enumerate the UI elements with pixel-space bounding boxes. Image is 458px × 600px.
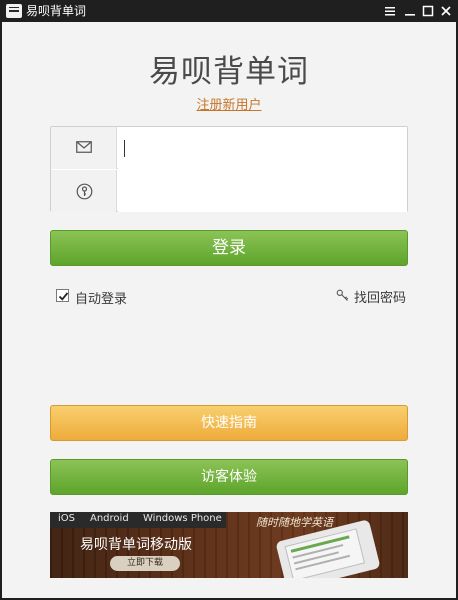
auto-login-label: 自动登录 [75, 292, 128, 307]
checkbox-box[interactable] [56, 289, 69, 302]
text-caret [124, 140, 125, 157]
guest-button[interactable]: 访客体验 [50, 459, 408, 495]
key-circle-icon [76, 183, 93, 200]
banner-title: 易呗背单词移动版 [80, 537, 192, 553]
password-row [51, 170, 407, 212]
platform-windows-phone: Windows Phone [143, 513, 222, 524]
minimize-icon[interactable] [402, 3, 418, 19]
mobile-app-banner[interactable]: iOS Android Windows Phone 随时随地学英语 易呗背单词移… [50, 512, 408, 578]
password-input[interactable] [118, 170, 407, 212]
login-button[interactable]: 登录 [50, 230, 408, 266]
platform-android: Android [90, 513, 129, 524]
envelope-icon [76, 141, 92, 153]
email-icon-cell [51, 127, 117, 169]
login-box [50, 126, 408, 212]
title-bar[interactable]: 易呗背单词 [0, 0, 458, 22]
platform-ios: iOS [58, 513, 75, 524]
maximize-icon[interactable] [420, 3, 436, 19]
email-input[interactable] [118, 127, 407, 169]
window-title: 易呗背单词 [26, 4, 87, 18]
password-icon-cell [51, 170, 117, 212]
login-panel: 易呗背单词 注册新用户 登录 自动登录 找回密码 快速指南 访客体验 iOS A… [2, 22, 456, 598]
download-button[interactable]: 立即下载 [110, 556, 180, 571]
close-icon[interactable] [438, 3, 454, 19]
quick-guide-button[interactable]: 快速指南 [50, 405, 408, 441]
menu-icon[interactable] [382, 3, 398, 19]
forgot-password-label: 找回密码 [354, 291, 407, 306]
email-row [51, 127, 407, 169]
app-window: 易呗背单词 易呗背单词 注册新用户 登录 自动登录 找回密码 快速指南 访客体验… [0, 0, 458, 600]
app-logo-icon [6, 4, 22, 18]
platform-bar: iOS Android Windows Phone [50, 512, 226, 528]
key-icon [336, 289, 349, 301]
register-link[interactable]: 注册新用户 [2, 94, 456, 113]
banner-slogan: 随时随地学英语 [256, 516, 333, 529]
checkmark-icon [58, 292, 69, 301]
app-title: 易呗背单词 [149, 54, 309, 90]
